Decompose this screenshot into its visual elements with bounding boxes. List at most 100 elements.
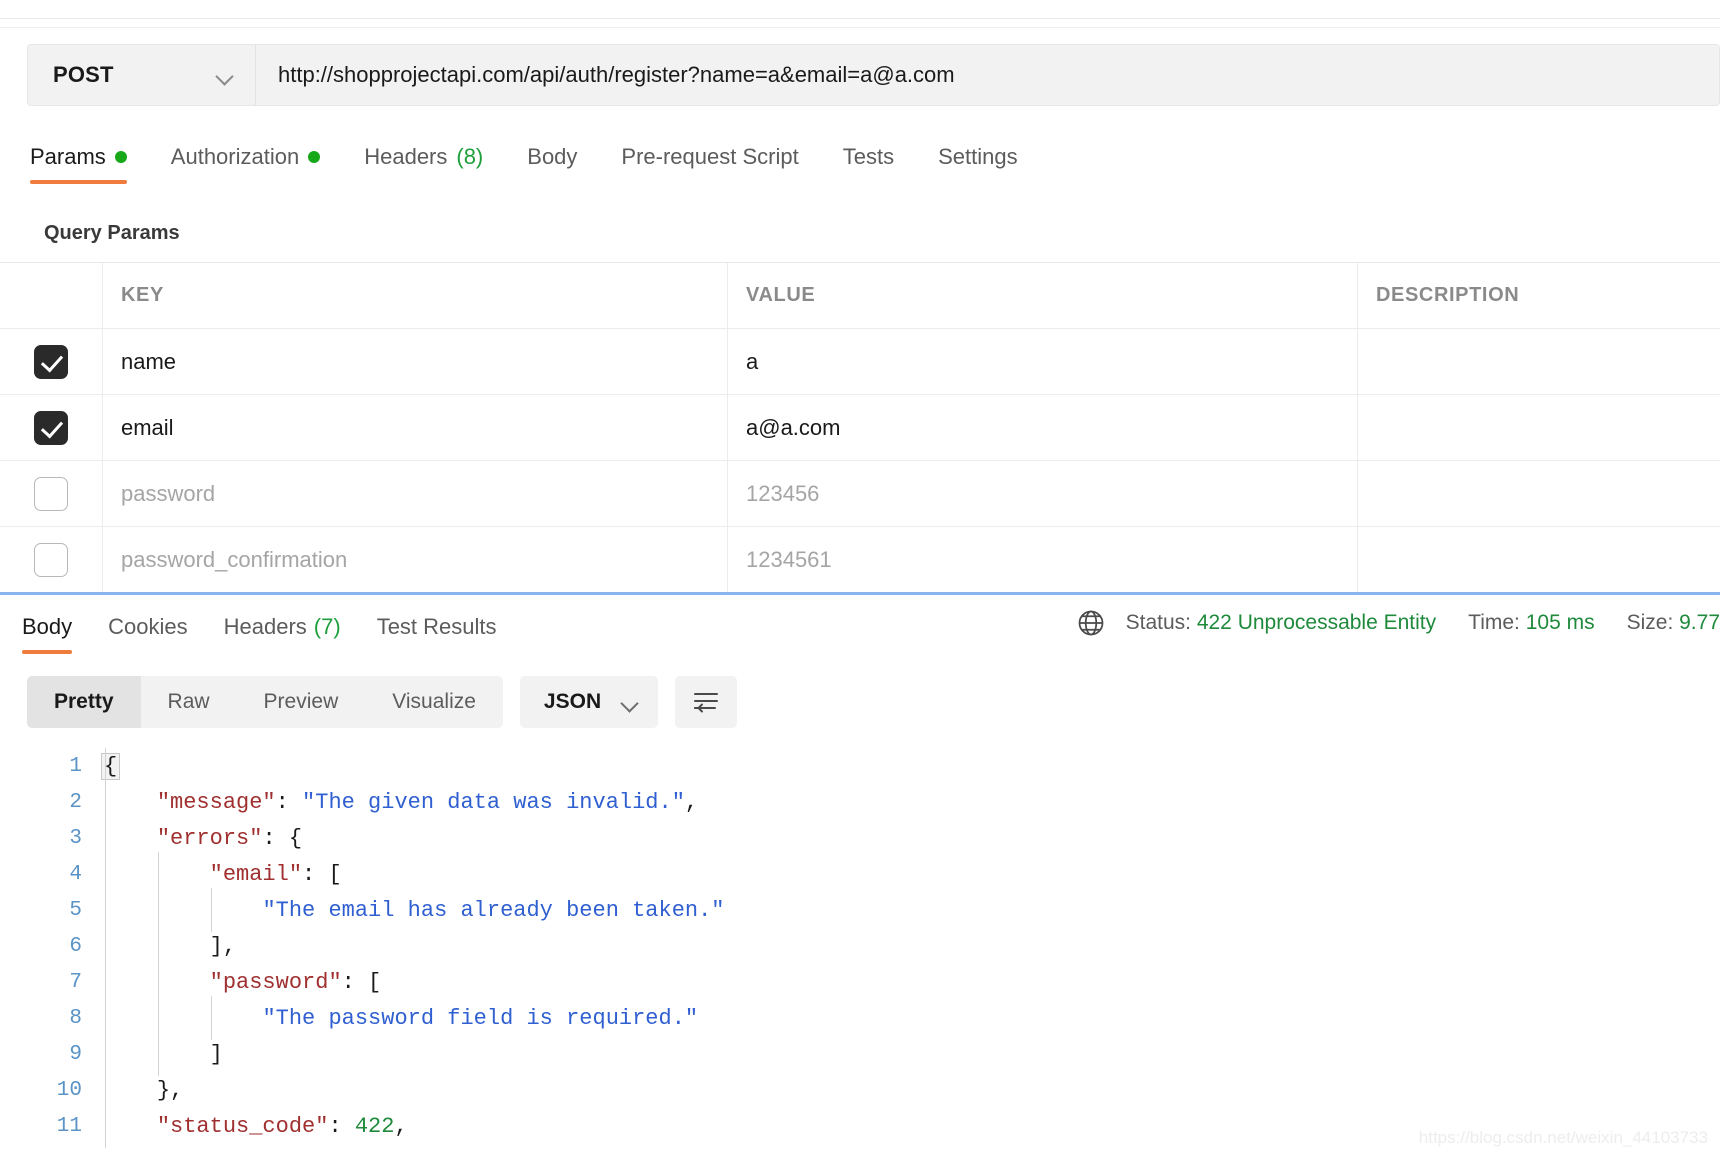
chevron-down-icon [621, 697, 638, 707]
tab-settings[interactable]: Settings [938, 138, 1040, 190]
chevron-down-icon [216, 70, 233, 80]
code-content: "The email has already been taken." [104, 888, 1720, 932]
line-number: 1 [69, 754, 82, 778]
code-line: 1{ [0, 748, 1720, 788]
table-row: name a [0, 329, 1720, 395]
code-line: 5 "The email has already been taken." [0, 888, 1720, 932]
view-raw-button[interactable]: Raw [141, 676, 237, 728]
row-key-name[interactable]: name [121, 349, 176, 375]
query-params-table: KEY VALUE DESCRIPTION name a email a@a.c… [0, 262, 1720, 593]
code-content: "The password field is required." [104, 996, 1720, 1040]
code-token-pun: ], [209, 933, 237, 959]
response-tab-cookies[interactable]: Cookies [108, 608, 187, 660]
request-url-input[interactable]: http://shopprojectapi.com/api/auth/regis… [256, 45, 1719, 105]
code-token-pun: , [684, 789, 699, 815]
code-content: }, [104, 1068, 1720, 1112]
response-tab-test-results-label: Test Results [376, 614, 497, 639]
response-tab-test-results[interactable]: Test Results [377, 608, 497, 660]
header-checkbox-cell [0, 263, 103, 328]
tab-body[interactable]: Body [527, 138, 599, 190]
tab-params-label: Params [30, 144, 106, 169]
authorization-modified-dot-icon [308, 151, 321, 163]
code-token-pun: : [ [341, 969, 382, 995]
response-view-segmented-control: Pretty Raw Preview Visualize [27, 676, 503, 728]
tab-params[interactable]: Params [30, 138, 149, 190]
code-token-str: "The email has already been taken." [262, 897, 725, 923]
code-token-pun: ] [209, 1041, 223, 1067]
response-body-code[interactable]: 1{2 "message": "The given data was inval… [0, 748, 1720, 1158]
word-wrap-icon [694, 693, 719, 713]
query-params-title: Query Params [44, 222, 180, 244]
row-checkbox-email[interactable] [34, 410, 68, 445]
tab-authorization-label: Authorization [170, 144, 300, 169]
code-content: "email": [ [104, 852, 1720, 896]
code-line: 4 "email": [ [0, 852, 1720, 896]
code-token-pun: , [394, 1113, 408, 1139]
view-preview-button[interactable]: Preview [237, 676, 366, 728]
row-checkbox-password-confirmation[interactable] [34, 542, 68, 577]
row-value-password[interactable]: 123456 [746, 481, 819, 507]
row-value-name[interactable]: a [746, 349, 758, 375]
code-token-pun: }, [156, 1077, 184, 1103]
line-number: 6 [69, 934, 82, 958]
response-tab-headers[interactable]: Headers (7) [224, 608, 341, 660]
code-line: 3 "errors": { [0, 816, 1720, 860]
tab-pre-request-script-label: Pre-request Script [621, 144, 799, 169]
tab-authorization[interactable]: Authorization [171, 138, 342, 190]
request-tabs: Params Authorization Headers (8) Body Pr… [30, 138, 1062, 190]
http-method-label: POST [53, 62, 114, 87]
watermark: https://blog.csdn.net/weixin_44103733 [1418, 1128, 1708, 1147]
size-label: Size: [1626, 611, 1674, 634]
status-value: 422 Unprocessable Entity [1196, 611, 1437, 634]
row-value-email[interactable]: a@a.com [746, 415, 840, 441]
code-line: 6 ], [0, 924, 1720, 968]
line-number: 2 [69, 790, 82, 814]
code-content: { [101, 748, 1720, 788]
line-number: 8 [69, 1006, 82, 1030]
row-key-password[interactable]: password [121, 481, 215, 507]
code-content: ], [104, 924, 1720, 968]
row-key-password-confirmation[interactable]: password_confirmation [121, 547, 347, 573]
response-tab-headers-count: (7) [313, 614, 341, 639]
top-divider [0, 18, 1720, 19]
tab-tests[interactable]: Tests [843, 138, 916, 190]
row-checkbox-name[interactable] [34, 344, 68, 379]
view-pretty-button[interactable]: Pretty [27, 676, 141, 728]
column-header-key: KEY [121, 284, 164, 306]
table-header-row: KEY VALUE DESCRIPTION [0, 263, 1720, 329]
postman-window: POST http://shopprojectapi.com/api/auth/… [0, 0, 1720, 1158]
tab-headers-label: Headers [364, 144, 448, 169]
size-value: 9.77 [1679, 611, 1720, 634]
code-line: 2 "message": "The given data was invalid… [0, 780, 1720, 824]
code-line: 10 }, [0, 1068, 1720, 1112]
http-method-select[interactable]: POST [28, 45, 256, 105]
line-number: 11 [56, 1114, 82, 1138]
code-token-num: 422 [354, 1113, 395, 1139]
line-number: 9 [69, 1042, 82, 1066]
code-content: "errors": { [104, 816, 1720, 860]
row-key-email[interactable]: email [121, 415, 174, 441]
word-wrap-button[interactable] [675, 676, 738, 728]
row-checkbox-password[interactable] [34, 476, 68, 511]
code-content: "message": "The given data was invalid."… [104, 780, 1720, 824]
table-row: password 123456 [0, 461, 1720, 527]
pane-splitter[interactable] [0, 592, 1720, 595]
response-status-strip: Status: 422 Unprocessable Entity Time: 1… [1076, 608, 1720, 638]
column-header-description: DESCRIPTION [1376, 284, 1520, 306]
tab-headers[interactable]: Headers (8) [364, 138, 505, 190]
row-value-password-confirmation[interactable]: 1234561 [746, 547, 832, 573]
response-tab-body[interactable]: Body [22, 608, 73, 660]
response-body-toolbar: Pretty Raw Preview Visualize JSON [27, 676, 738, 728]
status-label: Status: [1125, 611, 1191, 634]
code-token-key: "email" [209, 861, 303, 887]
globe-icon [1078, 610, 1103, 636]
response-format-select[interactable]: JSON [519, 676, 659, 728]
line-number: 4 [69, 862, 82, 886]
fold-marker: { [101, 752, 121, 780]
time-value: 105 ms [1525, 611, 1595, 634]
code-token-pun: : [275, 789, 303, 815]
view-visualize-button[interactable]: Visualize [365, 676, 503, 728]
code-content: "password": [ [104, 960, 1720, 1004]
tab-pre-request-script[interactable]: Pre-request Script [621, 138, 820, 190]
code-line: 8 "The password field is required." [0, 996, 1720, 1040]
